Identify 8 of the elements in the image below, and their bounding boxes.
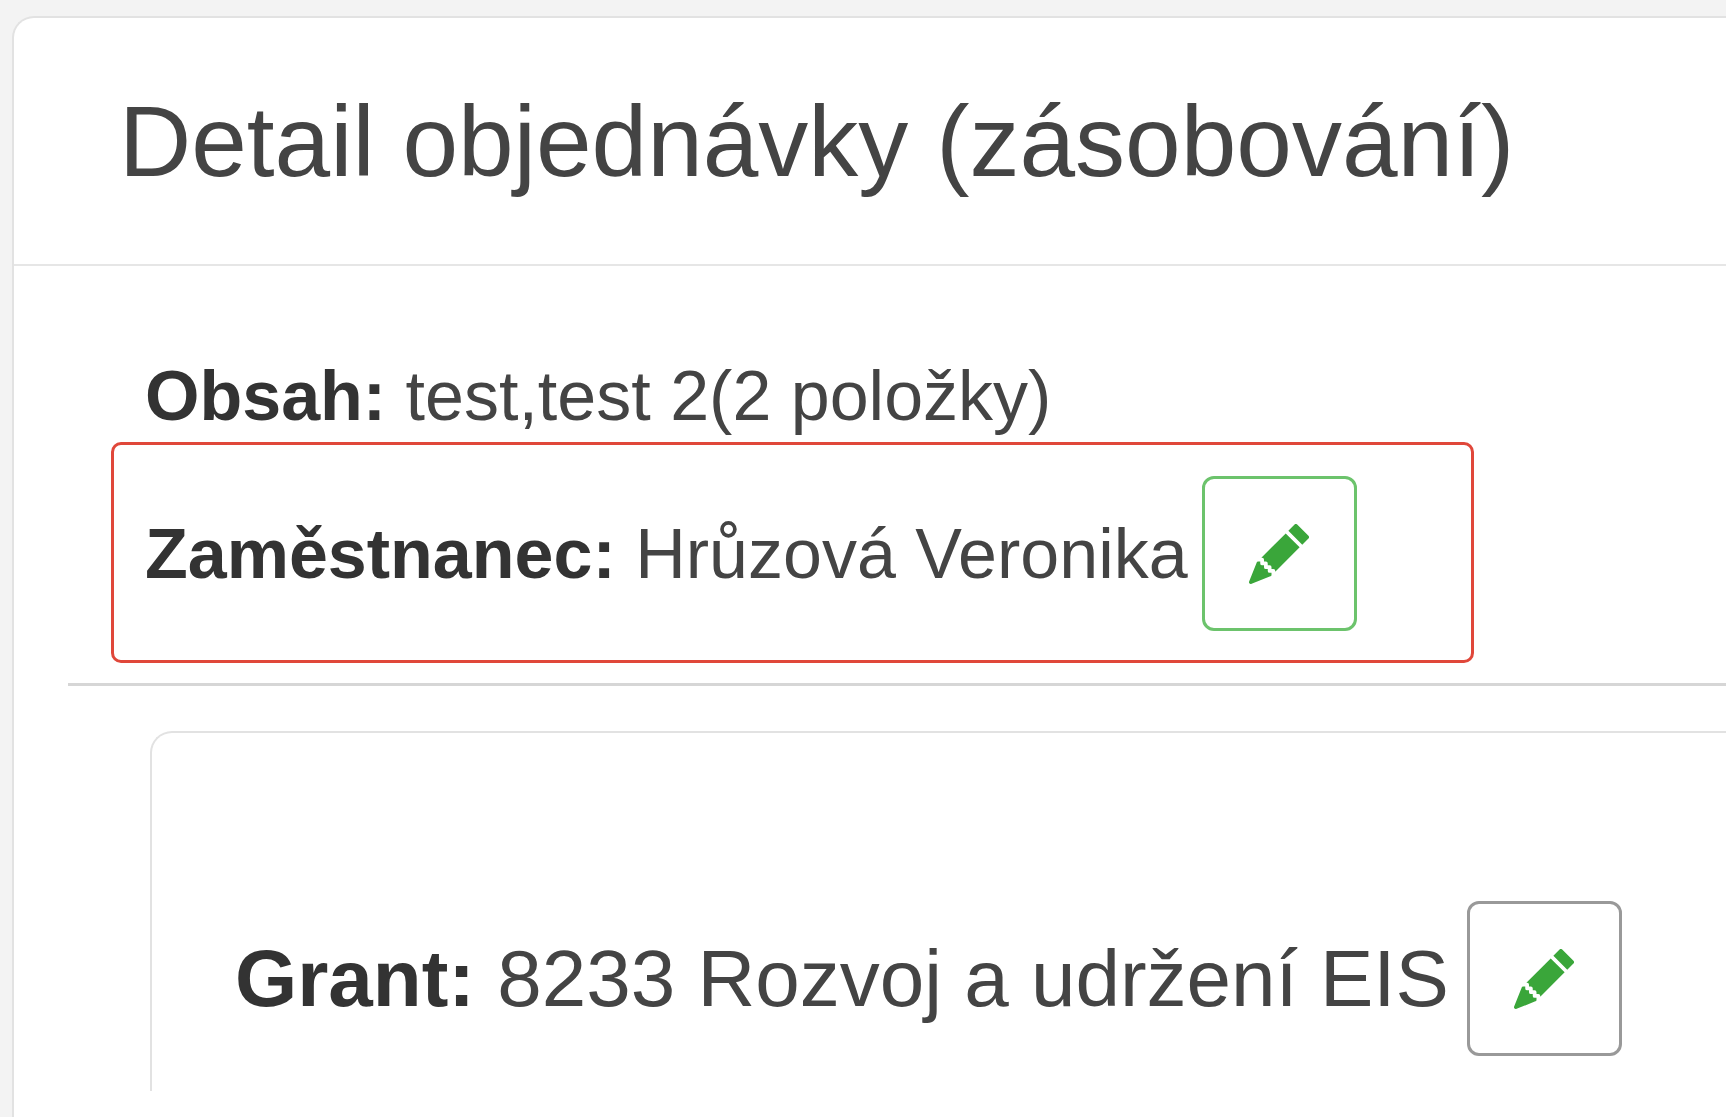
page-title: Detail objednávky (zásobování) <box>119 86 1515 196</box>
pencil-icon <box>1514 948 1575 1009</box>
field-text: Obsah: test,test 2(2 položky) <box>145 356 1052 437</box>
edit-button[interactable] <box>1201 476 1357 631</box>
edit-button[interactable] <box>1466 901 1622 1056</box>
field-text: Zaměstnanec: Hrůzová Veronika <box>145 513 1188 595</box>
pencil-icon <box>1249 523 1310 584</box>
field-text: Grant: 8233 Rozvoj a udržení EIS <box>235 932 1449 1025</box>
